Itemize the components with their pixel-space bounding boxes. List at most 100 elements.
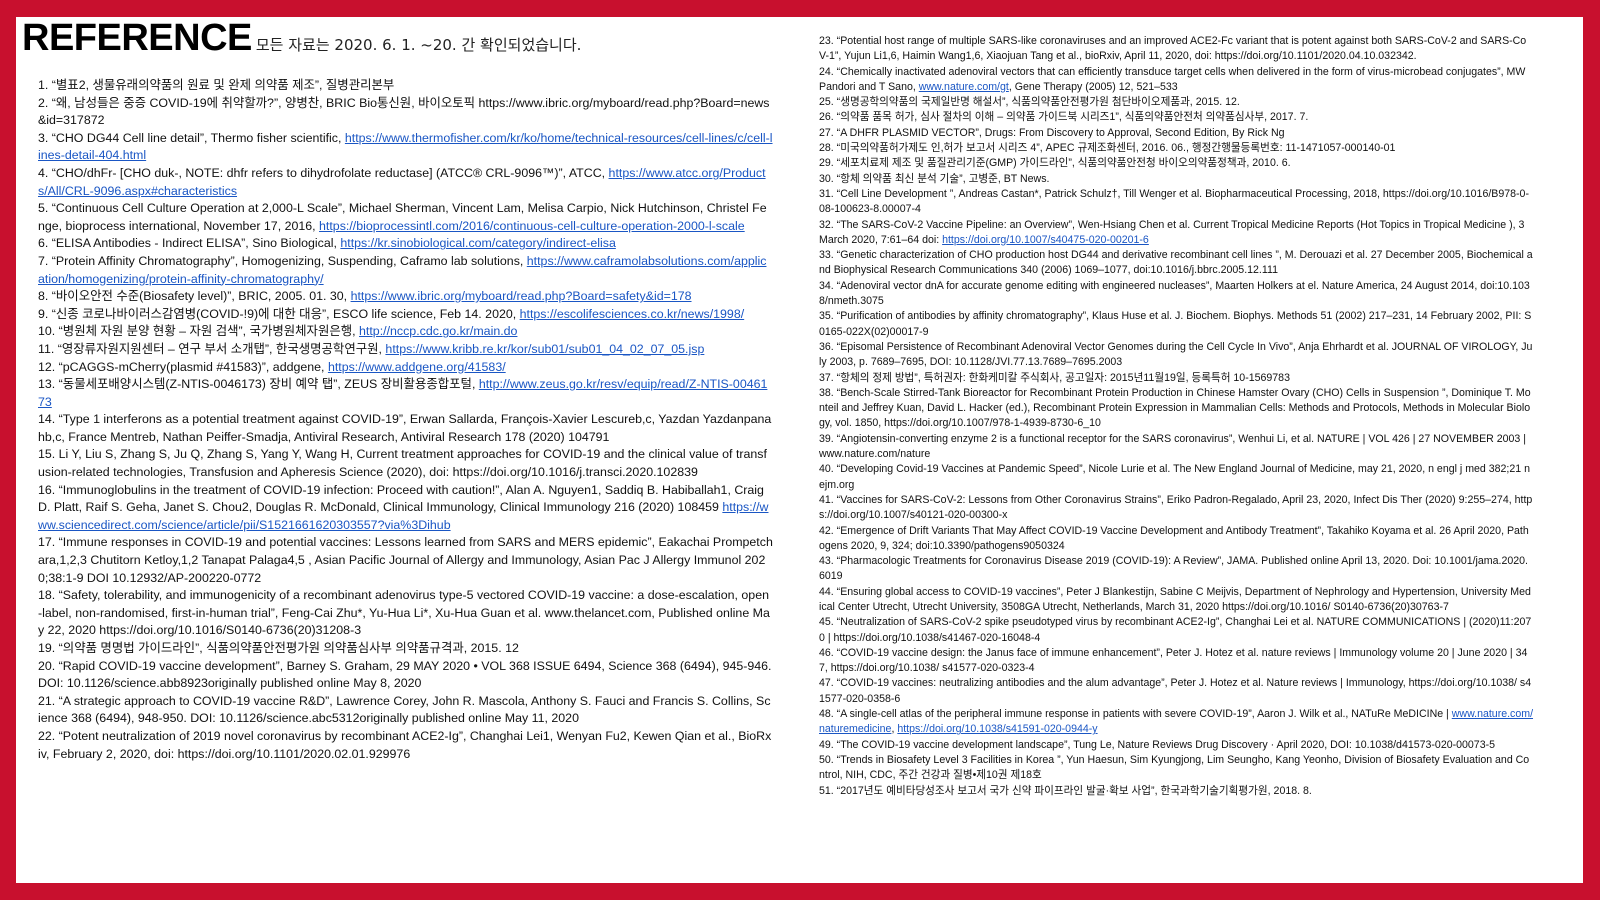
reference-item: 24. “Chemically inactivated adenoviral v… (819, 65, 1533, 96)
reference-text: 2. “왜, 남성들은 중증 COVID-19에 취약할까?”, 양병찬, BR… (38, 95, 770, 128)
reference-text: 17. “Immune responses in COVID-19 and po… (38, 535, 773, 585)
reference-link[interactable]: https://doi.org/10.1007/s40475-020-00201… (942, 234, 1149, 246)
reference-item: 29. “세포치료제 제조 및 품질관리기준(GMP) 가이드라인”, 식품의약… (819, 156, 1533, 171)
reference-item: 41. “Vaccines for SARS-CoV-2: Lessons fr… (819, 493, 1533, 524)
reference-item: 31. “Cell Line Development ”, Andreas Ca… (819, 187, 1533, 218)
reference-text: 49. “The COVID-19 vaccine development la… (819, 738, 1496, 751)
reference-text: 15. Li Y, Liu S, Zhang S, Ju Q, Zhang S,… (38, 447, 767, 480)
reference-text: 38. “Bench-Scale Stirred-Tank Bioreactor… (819, 386, 1531, 430)
reference-text: 51. “2017년도 예비타당성조사 보고서 국가 신약 파이프라인 발굴·확… (819, 784, 1312, 797)
reference-text: 32. “The SARS-CoV-2 Vaccine Pipeline: an… (819, 218, 1525, 246)
reference-item: 40. “Developing Covid-19 Vaccines at Pan… (819, 462, 1533, 493)
reference-text: 8. “바이오안전 수준(Biosafety level)”, BRIC, 20… (38, 289, 351, 304)
reference-item: 43. “Pharmacologic Treatments for Corona… (819, 554, 1533, 585)
reference-text: 30. “항체 의약품 최신 분석 기술”, 고병준, BT News. (819, 172, 1050, 185)
reference-text: 28. “미국의약품허가제도 인,허가 보고서 시리즈 4”, APEC 규제조… (819, 142, 1396, 155)
reference-text: 6. “ELISA Antibodies - Indirect ELISA”, … (38, 236, 341, 251)
reference-item: 17. “Immune responses in COVID-19 and po… (38, 534, 773, 587)
reference-item: 4. “CHO/dhFr- [CHO duk-, NOTE: dhfr refe… (38, 165, 773, 200)
reference-item: 5. “Continuous Cell Culture Operation at… (38, 200, 773, 235)
reference-list-right: 23. “Potential host range of multiple SA… (819, 34, 1533, 799)
reference-link[interactable]: https://doi.org/10.1038/s41591-020-0944-… (897, 723, 1097, 735)
reference-text: 47. “COVID-19 vaccines: neutralizing ant… (819, 677, 1532, 705)
reference-text: 12. “pCAGGS-mCherry(plasmid #41583)”, ad… (38, 359, 328, 374)
reference-link[interactable]: www.nature.com/gt (919, 81, 1009, 93)
reference-item: 35. “Purification of antibodies by affin… (819, 309, 1533, 340)
reference-text: 37. “항체의 정제 방법”, 특허권자: 한화케미칼 주식회사, 공고일자:… (819, 371, 1290, 384)
reference-item: 22. “Potent neutralization of 2019 novel… (38, 728, 773, 763)
reference-item: 50. “Trends in Biosafety Level 3 Facilit… (819, 753, 1533, 784)
reference-text: 1. “별표2, 생물유래의약품의 원료 및 완제 의약품 제조”, 질병관리본… (38, 78, 395, 92)
reference-text: 20. “Rapid COVID-19 vaccine development”… (38, 658, 772, 691)
reference-text: 18. “Safety, tolerability, and immunogen… (38, 588, 770, 638)
reference-text: 39. “Angiotensin-converting enzyme 2 is … (819, 432, 1526, 461)
reference-text: 35. “Purification of antibodies by affin… (819, 310, 1532, 338)
reference-item: 8. “바이오안전 수준(Biosafety level)”, BRIC, 20… (38, 288, 773, 306)
page-title: REFERENCE (22, 17, 252, 59)
reference-text: 13. “동물세포배양시스템(Z-NTIS-0046173) 장비 예약 탭”,… (38, 377, 479, 392)
reference-link[interactable]: https://bioprocessintl.com/2016/continuo… (319, 219, 745, 233)
reference-text: 48. “A single-cell atlas of the peripher… (819, 708, 1452, 721)
reference-text: 44. “Ensuring global access to COVID-19 … (819, 585, 1531, 613)
reference-text: 34. “Adenoviral vector dnA for accurate … (819, 279, 1530, 308)
reference-text: 25. “생명공학의약품의 국제일반명 해설서”, 식품의약품안전평가원 첨단바… (819, 96, 1240, 109)
reference-item: 18. “Safety, tolerability, and immunogen… (38, 587, 773, 640)
reference-item: 10. “병원체 자원 분양 현황 – 자원 검색”, 국가병원체자원은행, h… (38, 323, 773, 341)
reference-item: 42. “Emergence of Drift Variants That Ma… (819, 524, 1533, 555)
reference-text: 31. “Cell Line Development ”, Andreas Ca… (819, 187, 1529, 216)
reference-link[interactable]: https://www.kribb.re.kr/kor/sub01/sub01_… (385, 342, 704, 356)
reference-item: 51. “2017년도 예비타당성조사 보고서 국가 신약 파이프라인 발굴·확… (819, 784, 1533, 799)
reference-text: 3. “CHO DG44 Cell line detail”, Thermo f… (38, 130, 345, 145)
reference-item: 33. “Genetic characterization of CHO pro… (819, 248, 1533, 279)
reference-text: 9. “신종 코로나바이러스감염병(COVID-!9)에 대한 대응”, ESC… (38, 306, 520, 321)
reference-text: 26. “의약품 품목 허가, 심사 절차의 이해 – 의약품 가이드북 시리즈… (819, 111, 1309, 124)
reference-text: 29. “세포치료제 제조 및 품질관리기준(GMP) 가이드라인”, 식품의약… (819, 157, 1291, 170)
reference-item: 16. “Immunoglobulins in the treatment of… (38, 482, 773, 535)
reference-item: 3. “CHO DG44 Cell line detail”, Thermo f… (38, 130, 773, 165)
reference-link[interactable]: http://nccp.cdc.go.kr/main.do (359, 324, 517, 338)
reference-item: 23. “Potential host range of multiple SA… (819, 34, 1533, 65)
reference-text: 43. “Pharmacologic Treatments for Corona… (819, 555, 1528, 583)
reference-text: 22. “Potent neutralization of 2019 novel… (38, 728, 772, 761)
reference-text-tail: , Gene Therapy (2005) 12, 521–533 (1008, 80, 1178, 93)
reference-item: 30. “항체 의약품 최신 분석 기술”, 고병준, BT News. (819, 172, 1533, 187)
reference-item: 13. “동물세포배양시스템(Z-NTIS-0046173) 장비 예약 탭”,… (38, 376, 773, 411)
reference-item: 39. “Angiotensin-converting enzyme 2 is … (819, 432, 1533, 463)
reference-item: 28. “미국의약품허가제도 인,허가 보고서 시리즈 4”, APEC 규제조… (819, 141, 1533, 156)
reference-item: 27. “A DHFR PLASMID VECTOR”, Drugs: From… (819, 126, 1533, 141)
reference-item: 38. “Bench-Scale Stirred-Tank Bioreactor… (819, 386, 1533, 432)
reference-list-left: 1. “별표2, 생물유래의약품의 원료 및 완제 의약품 제조”, 질병관리본… (38, 77, 773, 763)
reference-item: 9. “신종 코로나바이러스감염병(COVID-!9)에 대한 대응”, ESC… (38, 306, 773, 324)
header: REFERENCE 모든 자료는 2020. 6. 1. ~20. 간 확인되었… (22, 17, 581, 60)
reference-item: 25. “생명공학의약품의 국제일반명 해설서”, 식품의약품안전평가원 첨단바… (819, 95, 1533, 110)
reference-text: 14. “Type 1 interferons as a potential t… (38, 412, 772, 444)
reference-item: 48. “A single-cell atlas of the peripher… (819, 707, 1533, 738)
reference-link[interactable]: https://escolifesciences.co.kr/news/1998… (520, 307, 745, 321)
reference-item: 20. “Rapid COVID-19 vaccine development”… (38, 658, 773, 693)
reference-text: 4. “CHO/dhFr- [CHO duk-, NOTE: dhfr refe… (38, 165, 609, 180)
reference-item: 15. Li Y, Liu S, Zhang S, Ju Q, Zhang S,… (38, 446, 773, 481)
reference-item: 44. “Ensuring global access to COVID-19 … (819, 585, 1533, 616)
reference-text: 33. “Genetic characterization of CHO pro… (819, 249, 1533, 277)
reference-text: 46. “COVID-19 vaccine design: the Janus … (819, 646, 1528, 675)
reference-item: 34. “Adenoviral vector dnA for accurate … (819, 279, 1533, 310)
reference-item: 36. “Episomal Persistence of Recombinant… (819, 340, 1533, 371)
reference-item: 19. “의약품 명명법 가이드라인”, 식품의약품안전평가원 의약품심사부 의… (38, 640, 773, 658)
page-subtitle: 모든 자료는 2020. 6. 1. ~20. 간 확인되었습니다. (255, 36, 582, 54)
reference-item: 2. “왜, 남성들은 중증 COVID-19에 취약할까?”, 양병찬, BR… (38, 95, 773, 130)
reference-text: 21. “A strategic approach to COVID-19 va… (38, 693, 771, 726)
reference-item: 49. “The COVID-19 vaccine development la… (819, 738, 1533, 753)
reference-item: 47. “COVID-19 vaccines: neutralizing ant… (819, 676, 1533, 707)
reference-item: 46. “COVID-19 vaccine design: the Janus … (819, 646, 1533, 677)
reference-text: 11. “영장류자원지원센터 – 연구 부서 소개탭”, 한국생명공학연구원, (38, 341, 386, 356)
reference-text: 50. “Trends in Biosafety Level 3 Facilit… (819, 753, 1530, 782)
reference-item: 11. “영장류자원지원센터 – 연구 부서 소개탭”, 한국생명공학연구원, … (38, 341, 773, 359)
reference-link[interactable]: https://www.addgene.org/41583/ (328, 360, 506, 374)
reference-item: 21. “A strategic approach to COVID-19 va… (38, 693, 773, 728)
reference-text: 40. “Developing Covid-19 Vaccines at Pan… (819, 463, 1530, 491)
reference-link[interactable]: https://www.ibric.org/myboard/read.php?B… (351, 289, 692, 303)
reference-link[interactable]: https://kr.sinobiological.com/category/i… (340, 236, 615, 250)
reference-text: 45. “Neutralization of SARS-CoV-2 spike … (819, 616, 1532, 644)
reference-text: 7. “Protein Affinity Chromatography”, Ho… (38, 253, 527, 268)
reference-text: 10. “병원체 자원 분양 현황 – 자원 검색”, 국가병원체자원은행, (38, 324, 360, 339)
